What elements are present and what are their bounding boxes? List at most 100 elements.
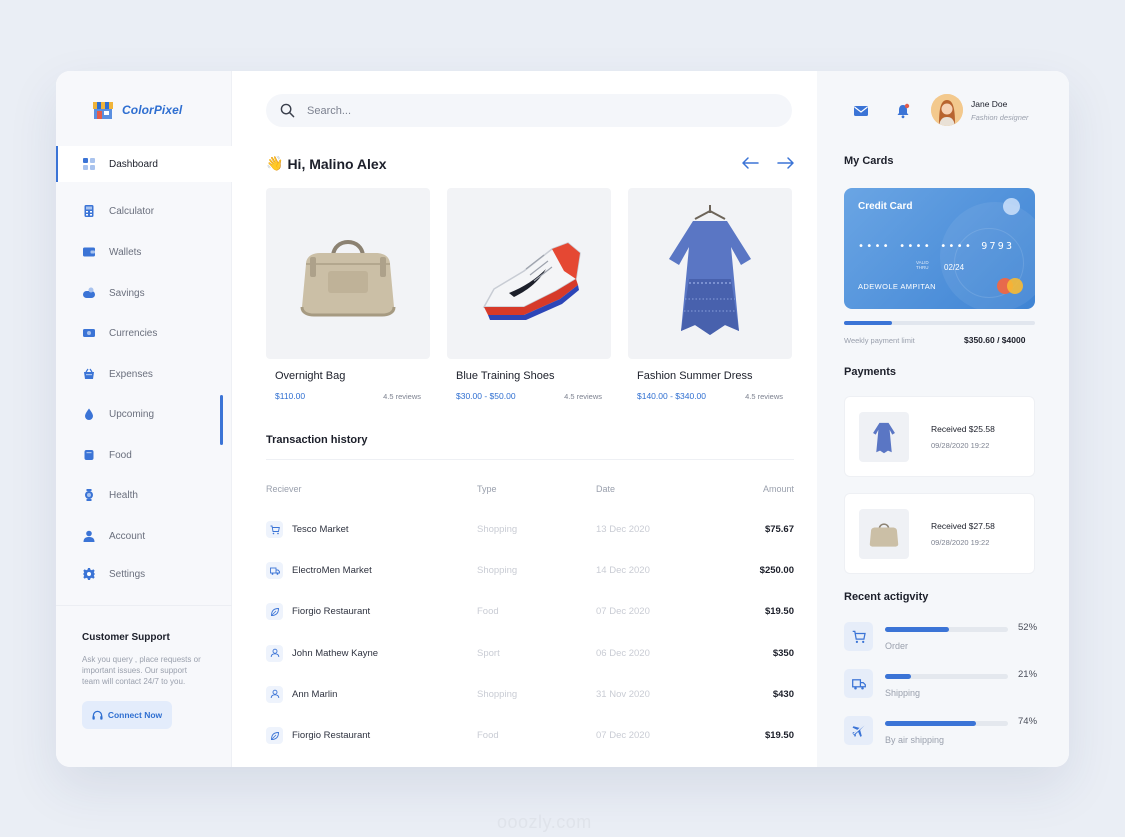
product-reviews: 4.5 reviews bbox=[564, 391, 602, 401]
product-name: Fashion Summer Dress bbox=[637, 370, 753, 382]
sidebar-item-food[interactable]: Food bbox=[56, 437, 232, 473]
my-cards-title: My Cards bbox=[844, 155, 894, 167]
header-icons bbox=[853, 103, 911, 119]
user-profile[interactable]: Jane Doe Fashion designer bbox=[931, 94, 1029, 126]
savings-icon bbox=[83, 287, 95, 299]
search-bar[interactable] bbox=[266, 94, 792, 127]
plane-icon bbox=[844, 716, 873, 745]
user-icon bbox=[83, 530, 95, 542]
type-cell: Shopping bbox=[477, 688, 518, 700]
dress-thumb bbox=[859, 411, 909, 462]
sidebar-item-currencies[interactable]: Currencies bbox=[56, 315, 232, 351]
arrow-left-icon[interactable] bbox=[740, 155, 760, 171]
payment-limit-label: Weekly payment limit bbox=[844, 336, 915, 345]
sidebar-item-label: Account bbox=[109, 530, 146, 542]
header-date[interactable]: Date bbox=[596, 484, 716, 494]
sidebar-item-wallets[interactable]: Wallets bbox=[56, 234, 232, 270]
table-row[interactable]: Tesco Market Shopping 13 Dec 2020 $75.67 bbox=[266, 509, 794, 550]
receiver-name: Ann Marlin bbox=[292, 688, 338, 700]
activity-progress-fill bbox=[885, 674, 911, 679]
sidebar-item-label: Settings bbox=[109, 568, 146, 580]
product-reviews: 4.5 reviews bbox=[383, 391, 421, 401]
sidebar-item-upcoming[interactable]: Upcoming bbox=[56, 396, 232, 432]
dress-image bbox=[669, 204, 751, 335]
type-cell: Sport bbox=[477, 647, 500, 659]
table-row[interactable]: Fiorgio Restaurant Food 07 Dec 2020 $19.… bbox=[266, 715, 794, 756]
header-receiver[interactable]: Reciever bbox=[266, 484, 477, 494]
activity-percent: 21% bbox=[1018, 669, 1038, 680]
arrow-right-icon[interactable] bbox=[776, 155, 796, 171]
activity-progress-fill bbox=[885, 627, 949, 632]
payment-item[interactable]: Received $27.58 09/28/2020 19:22 bbox=[844, 493, 1035, 574]
sidebar-item-account[interactable]: Account bbox=[56, 518, 232, 554]
receiver-cell: ElectroMen Market bbox=[266, 562, 477, 580]
activity-item[interactable]: By air shipping 74% bbox=[844, 716, 1044, 750]
product-image[interactable] bbox=[266, 188, 430, 359]
table-row[interactable]: ElectroMen Market Shopping 14 Dec 2020 $… bbox=[266, 550, 794, 591]
receiver-cell: John Mathew Kayne bbox=[266, 644, 477, 662]
activity-item[interactable]: Shipping 21% bbox=[844, 669, 1044, 703]
product-card[interactable]: Fashion Summer Dress $140.00 - $340.00 4… bbox=[628, 188, 792, 401]
product-card[interactable]: Overnight Bag $110.00 4.5 reviews bbox=[266, 188, 430, 401]
receiver-cell: Ann Marlin bbox=[266, 685, 477, 703]
food-icon bbox=[83, 449, 95, 461]
payment-item[interactable]: Received $25.58 09/28/2020 19:22 bbox=[844, 396, 1035, 477]
table-row[interactable]: Fiorgio Restaurant Food 07 Dec 2020 $19.… bbox=[266, 591, 794, 632]
support-title: Customer Support bbox=[82, 632, 170, 643]
product-name: Blue Training Shoes bbox=[456, 370, 555, 382]
logo[interactable]: ColorPixel bbox=[92, 99, 182, 121]
sidebar-item-settings[interactable]: Settings bbox=[56, 556, 232, 592]
connect-now-button[interactable]: Connect Now bbox=[82, 701, 172, 729]
sidebar-scrollbar[interactable] bbox=[220, 395, 223, 445]
shoe-image bbox=[482, 241, 581, 320]
header-type[interactable]: Type bbox=[477, 484, 596, 494]
date-cell: 07 Dec 2020 bbox=[596, 606, 650, 618]
table-row[interactable]: John Mathew Kayne Sport 06 Dec 2020 $350 bbox=[266, 633, 794, 674]
divider bbox=[266, 459, 794, 460]
receiver-name: John Mathew Kayne bbox=[292, 647, 379, 659]
support-text: Ask you query , place requests or import… bbox=[82, 655, 201, 686]
amount-cell: $19.50 bbox=[764, 606, 794, 618]
avatar[interactable] bbox=[931, 94, 963, 126]
truck-icon bbox=[844, 669, 873, 698]
profile-text: Jane Doe Fashion designer bbox=[971, 99, 1029, 122]
payment-limit-bar bbox=[844, 321, 1035, 325]
leaf-icon bbox=[266, 727, 283, 745]
amount-cell: $75.67 bbox=[764, 524, 794, 536]
sidebar-item-dashboard[interactable]: Dashboard bbox=[56, 146, 232, 182]
transaction-table: Reciever Type Date Amount Tesco Market S… bbox=[266, 482, 794, 756]
header-amount[interactable]: Amount bbox=[716, 484, 794, 494]
gear-icon bbox=[83, 568, 95, 580]
wallet-icon bbox=[83, 246, 95, 258]
activity-item[interactable]: Order 52% bbox=[844, 622, 1044, 656]
mail-icon[interactable] bbox=[853, 103, 869, 119]
sidebar-item-calculator[interactable]: Calculator bbox=[56, 193, 232, 229]
customer-support: Customer Support Ask you query , place r… bbox=[56, 605, 232, 767]
activity-label: Order bbox=[885, 641, 909, 651]
drop-icon bbox=[83, 408, 95, 420]
product-image[interactable] bbox=[447, 188, 611, 359]
payment-received: Received $25.58 bbox=[931, 423, 995, 434]
payments-title: Payments bbox=[844, 366, 896, 378]
product-image[interactable] bbox=[628, 188, 792, 359]
bell-icon[interactable] bbox=[895, 103, 911, 119]
sidebar-item-label: Food bbox=[109, 449, 132, 461]
leaf-icon bbox=[266, 603, 283, 621]
card-chip-icon bbox=[1003, 198, 1020, 215]
cart-icon bbox=[266, 521, 283, 539]
date-cell: 07 Dec 2020 bbox=[596, 730, 650, 742]
sidebar-item-expenses[interactable]: Expenses bbox=[56, 356, 232, 392]
product-meta: $30.00 - $50.00 4.5 reviews bbox=[447, 391, 611, 401]
brand-name: ColorPixel bbox=[122, 103, 183, 117]
sidebar-item-savings[interactable]: Savings bbox=[56, 275, 232, 311]
table-row[interactable]: Ann Marlin Shopping 31 Nov 2020 $430 bbox=[266, 674, 794, 715]
search-input[interactable] bbox=[307, 104, 747, 117]
date-cell: 14 Dec 2020 bbox=[596, 565, 650, 577]
activity-progress-fill bbox=[885, 721, 977, 726]
sidebar-item-health[interactable]: Health bbox=[56, 477, 232, 513]
credit-card[interactable]: Credit Card •••• •••• •••• 9793 VALID TH… bbox=[844, 188, 1035, 309]
truck-icon bbox=[266, 562, 283, 580]
dashboard-icon bbox=[83, 158, 95, 170]
card-valid-date: 02/24 bbox=[944, 263, 965, 272]
product-card[interactable]: Blue Training Shoes $30.00 - $50.00 4.5 … bbox=[447, 188, 611, 401]
